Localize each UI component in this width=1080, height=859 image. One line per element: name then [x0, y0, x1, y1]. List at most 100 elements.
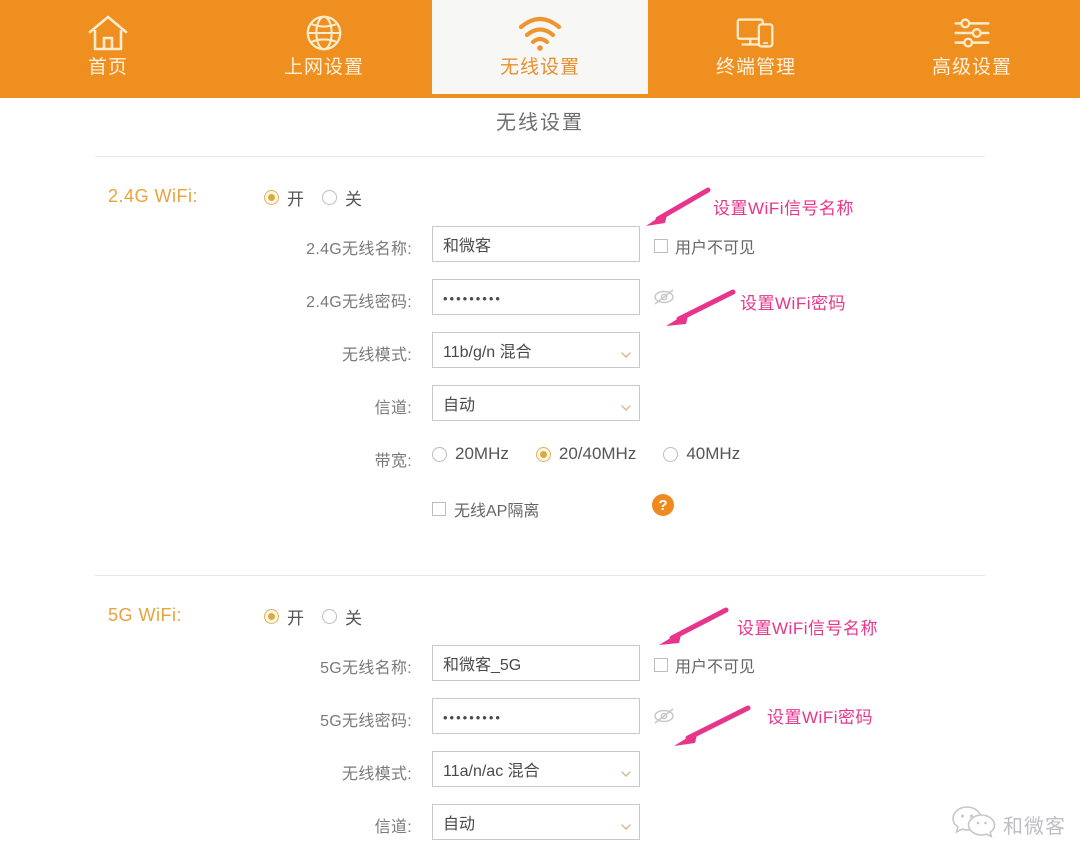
- band-row-2-4g: 2.4G WiFi: 开 关: [0, 186, 1080, 226]
- radio-indicator-off: [322, 609, 337, 624]
- label-password-5g: 5G无线密码:: [320, 713, 412, 730]
- nav-item-wireless-settings[interactable]: 无线设置: [432, 0, 648, 94]
- field-row-password-5g: 5G无线密码: •••••••••: [0, 698, 1080, 751]
- radio-2-4g-on[interactable]: 开: [264, 185, 304, 210]
- label-ssid-2-4g: 2.4G无线名称:: [306, 241, 412, 258]
- wechat-icon: [952, 804, 996, 845]
- label-channel-2-4g: 信道:: [374, 400, 412, 417]
- input-ssid-2-4g[interactable]: 和微客: [432, 226, 640, 262]
- watermark-text: 和微客: [1003, 816, 1066, 838]
- value-password-5g: •••••••••: [443, 710, 502, 725]
- divider-middle: [95, 575, 985, 576]
- select-channel-2-4g[interactable]: 自动: [432, 385, 640, 421]
- checkbox-indicator: [654, 658, 668, 672]
- select-mode-5g[interactable]: 11a/n/ac 混合: [432, 751, 640, 787]
- field-row-mode-5g: 无线模式: 11a/n/ac 混合: [0, 751, 1080, 804]
- nav-label-device-management: 终端管理: [715, 57, 796, 78]
- value-ssid-5g: 和微客_5G: [443, 657, 522, 674]
- label-channel-5g: 信道:: [374, 819, 412, 836]
- radio-indicator: [432, 446, 447, 462]
- divider-top: [95, 156, 985, 157]
- radio-bandwidth-20-40mhz[interactable]: 20/40MHz: [535, 444, 637, 464]
- value-channel-5g: 自动: [443, 816, 476, 833]
- value-mode-5g: 11a/n/ac 混合: [443, 763, 540, 780]
- radio-indicator-on: [264, 190, 279, 205]
- label-mode-2-4g: 无线模式:: [342, 347, 412, 364]
- chevron-down-icon: [621, 347, 631, 358]
- nav-item-internet-settings[interactable]: 上网设置: [216, 0, 432, 94]
- radio-indicator-off: [322, 190, 337, 205]
- sliders-icon: [948, 11, 996, 55]
- annotation-arrow-password-5g: [652, 704, 752, 757]
- nav-item-home[interactable]: 首页: [0, 0, 216, 94]
- navbar-underline: [0, 94, 1080, 98]
- chevron-down-icon: [621, 766, 631, 777]
- radio-bandwidth-40mhz[interactable]: 40MHz: [663, 444, 740, 464]
- band-row-5g: 5G WiFi: 开 关: [0, 605, 1080, 645]
- select-channel-5g[interactable]: 自动: [432, 804, 640, 840]
- radio-5g-off[interactable]: 关: [322, 604, 362, 629]
- field-row-ssid-5g: 5G无线名称: 和微客_5G 用户不可见: [0, 645, 1080, 698]
- checkbox-indicator: [432, 502, 446, 516]
- radio-indicator: [663, 446, 679, 462]
- field-row-ssid-2-4g: 2.4G无线名称: 和微客 用户不可见: [0, 226, 1080, 279]
- nav-label-internet-settings: 上网设置: [283, 57, 364, 78]
- field-row-ap-isolation: 无线AP隔离 ?: [0, 491, 1080, 543]
- value-password-2-4g: •••••••••: [443, 291, 502, 306]
- input-ssid-5g[interactable]: 和微客_5G: [432, 645, 640, 681]
- radio-indicator: [535, 446, 551, 462]
- input-password-5g[interactable]: •••••••••: [432, 698, 640, 734]
- devices-icon: [732, 11, 780, 55]
- radio-label-off: 关: [345, 609, 362, 628]
- bandwidth-options: 20MHz 20/40MHz 40MHz: [432, 444, 740, 464]
- radio-label-bandwidth-40mhz: 40MHz: [686, 444, 741, 463]
- radio-label-on: 开: [287, 609, 304, 628]
- field-row-bandwidth-2-4g: 带宽: 20MHz 20/40MHz 40MHz: [0, 438, 1080, 491]
- value-channel-2-4g: 自动: [443, 397, 476, 414]
- checkbox-label-ap-isolation: 无线AP隔离: [454, 503, 540, 520]
- radio-indicator-on: [264, 609, 279, 624]
- chevron-down-icon: [621, 819, 631, 830]
- globe-icon: [300, 11, 348, 55]
- field-row-channel-5g: 信道: 自动: [0, 804, 1080, 857]
- radio-label-bandwidth-20mhz: 20MHz: [455, 444, 509, 463]
- radio-label-on: 开: [287, 190, 304, 209]
- value-ssid-2-4g: 和微客: [443, 238, 492, 255]
- nav-label-advanced-settings: 高级设置: [931, 57, 1012, 78]
- label-password-2-4g: 2.4G无线密码:: [306, 294, 412, 311]
- nav-item-advanced-settings[interactable]: 高级设置: [864, 0, 1080, 94]
- checkbox-ap-isolation[interactable]: 无线AP隔离: [432, 497, 539, 521]
- checkbox-hide-ssid-5g[interactable]: 用户不可见: [654, 653, 755, 677]
- page-title: 无线设置: [496, 112, 584, 134]
- section-2-4g: 2.4G WiFi: 开 关 2.4G无线名称: 和微客 用户不可见 2.4G无…: [0, 186, 1080, 543]
- nav-label-wireless-settings: 无线设置: [499, 57, 580, 78]
- annotation-arrow-password-2-4g: [647, 288, 737, 337]
- checkbox-indicator: [654, 239, 668, 253]
- band-label-2-4g: 2.4G WiFi:: [108, 186, 199, 206]
- nav-label-home: 首页: [87, 57, 128, 78]
- nav-item-device-management[interactable]: 终端管理: [648, 0, 864, 94]
- band-toggle-5g: 开 关: [264, 604, 362, 629]
- select-mode-2-4g[interactable]: 11b/g/n 混合: [432, 332, 640, 368]
- section-5g: 5G WiFi: 开 关 5G无线名称: 和微客_5G 用户不可见 5G无线密码…: [0, 605, 1080, 857]
- annotation-ssid-5g: 设置WiFi信号名称: [737, 619, 878, 638]
- checkbox-hide-ssid-2-4g[interactable]: 用户不可见: [654, 234, 755, 258]
- annotation-password-2-4g: 设置WiFi密码: [740, 294, 846, 313]
- chevron-down-icon: [621, 400, 631, 411]
- radio-5g-on[interactable]: 开: [264, 604, 304, 629]
- question-icon[interactable]: ?: [652, 494, 674, 516]
- value-mode-2-4g: 11b/g/n 混合: [443, 344, 532, 361]
- annotation-arrow-ssid-2-4g: [632, 186, 712, 235]
- radio-bandwidth-20mhz[interactable]: 20MHz: [432, 444, 509, 464]
- radio-2-4g-off[interactable]: 关: [322, 185, 362, 210]
- checkbox-label-hide-ssid-2-4g: 用户不可见: [675, 240, 756, 257]
- field-row-mode-2-4g: 无线模式: 11b/g/n 混合: [0, 332, 1080, 385]
- band-label-5g: 5G WiFi:: [108, 605, 182, 625]
- radio-label-bandwidth-20-40mhz: 20/40MHz: [558, 444, 637, 463]
- annotation-arrow-ssid-5g: [640, 606, 730, 655]
- wifi-icon: [516, 11, 564, 55]
- band-toggle-2-4g: 开 关: [264, 185, 362, 210]
- label-ssid-5g: 5G无线名称:: [320, 660, 412, 677]
- field-row-password-2-4g: 2.4G无线密码: •••••••••: [0, 279, 1080, 332]
- input-password-2-4g[interactable]: •••••••••: [432, 279, 640, 315]
